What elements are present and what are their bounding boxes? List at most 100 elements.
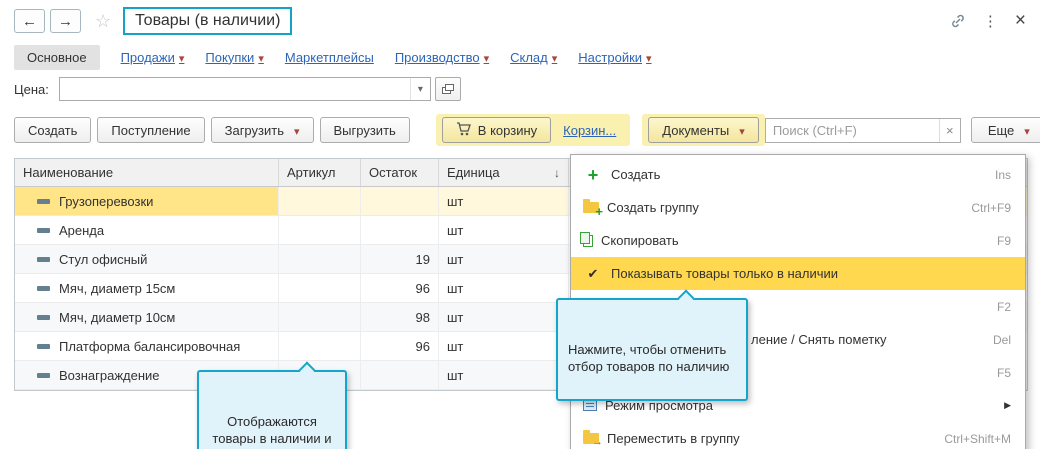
nav-item-label: Маркетплейсы	[284, 49, 374, 65]
column-header-name[interactable]: Наименование	[15, 159, 279, 186]
menu-item[interactable]: Переместить в группу Ctrl+Shift+M	[571, 422, 1025, 449]
dropdown-caret-icon	[735, 123, 745, 138]
create-button[interactable]: Создать	[14, 117, 92, 143]
documents-button[interactable]: Документы	[648, 117, 759, 143]
cell-name: Мяч, диаметр 15см	[59, 280, 176, 296]
item-marker-icon	[37, 227, 50, 233]
dropdown-caret-icon	[254, 50, 264, 65]
cell-stock: 96	[361, 332, 439, 360]
kebab-menu-icon[interactable]: ⋮	[983, 12, 998, 30]
cart-highlight-group: В корзину Корзин...	[435, 114, 631, 146]
more-button[interactable]: Еще	[970, 117, 1040, 143]
menu-item[interactable]: Показывать товары только в наличии	[571, 257, 1025, 290]
menu-item[interactable]: Создать Ins	[571, 158, 1025, 191]
combo-dropdown-icon[interactable]: ▾	[409, 78, 430, 100]
choose-from-list-icon	[444, 83, 454, 91]
favorite-star-icon[interactable]: ☆	[95, 11, 111, 32]
back-button[interactable]: ←	[14, 9, 45, 33]
cell-stock	[361, 216, 439, 244]
price-filter-row: Цена: ▾	[0, 72, 1040, 106]
item-marker-icon	[37, 343, 50, 349]
header: ← → ☆ Товары (в наличии) ⋮ ×	[0, 0, 1040, 42]
nav-item-склад[interactable]: Склад	[510, 50, 557, 65]
documents-highlight-group: Документы	[642, 114, 765, 146]
nav-item-покупки[interactable]: Покупки	[205, 50, 263, 65]
menu-item-shortcut: F5	[996, 365, 1011, 380]
cell-stock	[361, 361, 439, 389]
menu-item-shortcut: F9	[996, 233, 1011, 248]
load-button[interactable]: Загрузить	[210, 117, 314, 143]
forward-button[interactable]: →	[50, 9, 81, 33]
cart-icon	[456, 121, 472, 139]
column-header-unit[interactable]: Единица ↓	[439, 159, 569, 186]
cell-stock: 96	[361, 274, 439, 302]
cell-unit: шт	[439, 361, 569, 389]
item-marker-icon	[37, 285, 50, 291]
plus-icon	[583, 166, 603, 184]
cell-unit: шт	[439, 274, 569, 302]
menu-item-shortcut: Del	[992, 332, 1011, 347]
dropdown-caret-icon	[1020, 123, 1030, 138]
column-header-article[interactable]: Артикул	[279, 159, 361, 186]
move-group-icon	[583, 430, 603, 448]
nav-item-label: Настройки	[578, 49, 643, 65]
cell-article	[279, 274, 361, 302]
to-cart-button[interactable]: В корзину	[441, 117, 552, 143]
check-icon	[583, 266, 603, 282]
cell-unit: шт	[439, 245, 569, 273]
cell-name: Вознаграждение	[59, 367, 160, 383]
menu-item-shortcut: F2	[996, 299, 1011, 314]
price-choose-button[interactable]	[434, 77, 461, 101]
cell-unit: шт	[439, 216, 569, 244]
nav-item-label: Основное	[27, 49, 87, 65]
dropdown-caret-icon	[548, 50, 558, 65]
item-marker-icon	[37, 314, 50, 320]
menu-item-shortcut: Ins	[994, 167, 1011, 182]
nav-item-label: Покупки	[205, 49, 255, 65]
dropdown-caret-icon	[175, 50, 185, 65]
menu-item-label: Переместить в группу	[607, 431, 740, 446]
menu-item-label: Показывать товары только в наличии	[611, 266, 839, 281]
sort-arrow-icon: ↓	[554, 165, 560, 180]
nav-tabs: Основное Продажи Покупки Маркетплейсы Пр…	[0, 42, 1040, 72]
cell-name: Аренда	[59, 222, 105, 238]
price-input[interactable]	[59, 78, 410, 100]
forward-arrow-icon: →	[58, 12, 73, 30]
callout-list-hint: Отображаются товары в наличии и все услу…	[197, 361, 347, 449]
menu-item-shortcut: Ctrl+F9	[971, 200, 1011, 215]
submenu-arrow-icon	[1004, 400, 1011, 411]
callout-filter-hint: Нажмите, чтобы отменить отбор товаров по…	[556, 289, 748, 401]
menu-item-label: Создать	[611, 167, 661, 182]
cell-article	[279, 245, 361, 273]
cell-article	[279, 332, 361, 360]
search-clear-icon[interactable]: ×	[938, 118, 960, 142]
cell-unit: шт	[439, 187, 569, 215]
cell-name: Грузоперевозки	[59, 193, 154, 209]
callout-text: Отображаются товары в наличии и все услу…	[212, 414, 332, 449]
nav-item-настройки[interactable]: Настройки	[578, 50, 651, 65]
cell-name: Платформа балансировочная	[59, 338, 241, 354]
nav-item-основное[interactable]: Основное	[14, 44, 100, 70]
receipt-button[interactable]: Поступление	[97, 117, 205, 143]
item-marker-icon	[37, 198, 50, 204]
dropdown-caret-icon	[642, 50, 652, 65]
get-link-icon[interactable]	[950, 13, 966, 29]
item-marker-icon	[37, 256, 50, 262]
cart-link[interactable]: Корзин...	[563, 123, 616, 138]
cell-unit: шт	[439, 303, 569, 331]
nav-item-производство[interactable]: Производство	[395, 50, 489, 65]
nav-item-продажи[interactable]: Продажи	[121, 50, 185, 65]
item-marker-icon	[37, 372, 50, 378]
nav-item-маркетплейсы[interactable]: Маркетплейсы	[285, 50, 374, 65]
export-button[interactable]: Выгрузить	[319, 117, 410, 143]
menu-item-label: Создать группу	[607, 200, 699, 215]
cell-name: Мяч, диаметр 10см	[59, 309, 176, 325]
cell-stock: 19	[361, 245, 439, 273]
close-icon[interactable]: ×	[1015, 10, 1026, 32]
menu-item[interactable]: Создать группу Ctrl+F9	[571, 191, 1025, 224]
price-label: Цена:	[14, 81, 49, 97]
search-input[interactable]	[765, 118, 939, 142]
menu-item[interactable]: Скопировать F9	[571, 224, 1025, 257]
nav-item-label: Продажи	[120, 49, 175, 65]
column-header-stock[interactable]: Остаток	[361, 159, 439, 186]
